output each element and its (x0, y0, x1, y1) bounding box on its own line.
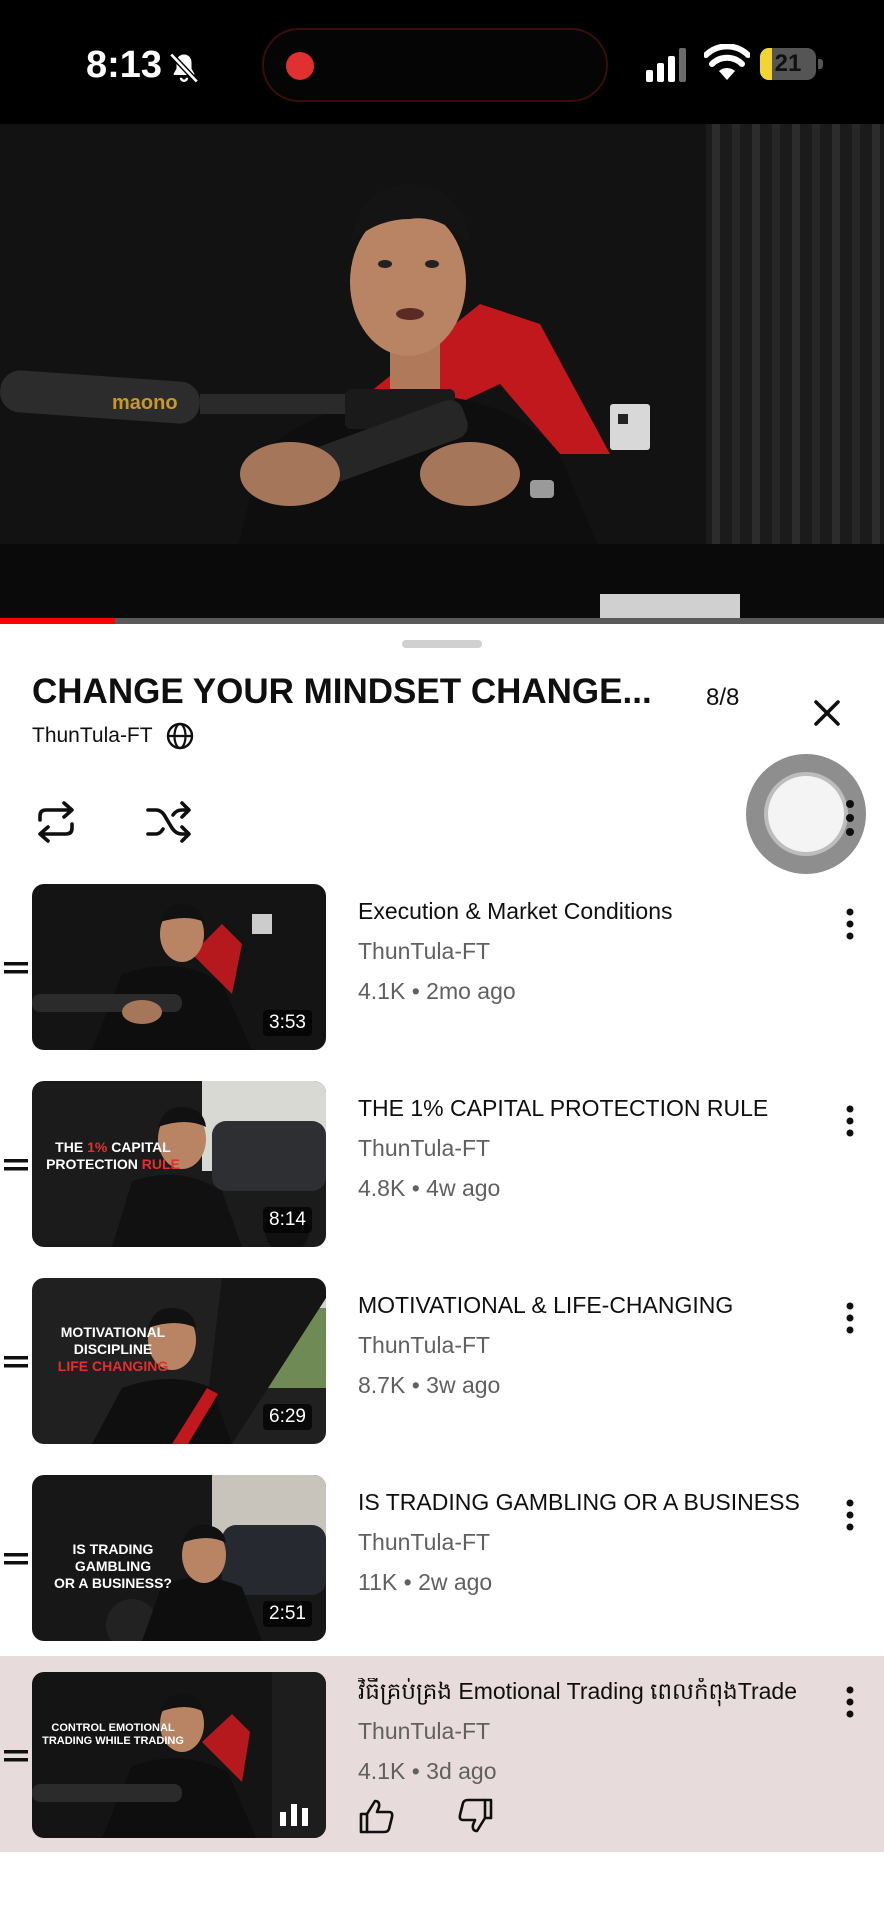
video-meta: 11K • 2w ago (358, 1569, 492, 1596)
video-channel: ThunTula-FT (358, 1135, 491, 1161)
video-channel: ThunTula-FT (358, 938, 491, 964)
thumbnail-caption: IS TRADING GAMBLING OR A BUSINESS? (54, 1541, 172, 1591)
meta-separator: • (411, 1758, 420, 1784)
drag-handle-icon[interactable] (4, 1547, 28, 1571)
video-channel: ThunTula-FT (358, 1718, 491, 1744)
drag-handle-icon[interactable] (4, 956, 28, 980)
video-duration: 6:29 (263, 1404, 312, 1430)
video-age: 3d ago (426, 1758, 497, 1784)
more-vertical-icon[interactable] (838, 1497, 862, 1533)
video-title[interactable]: IS TRADING GAMBLING OR A BUSINESS (358, 1489, 838, 1516)
battery-icon: 21 (760, 48, 824, 80)
playlist-item[interactable]: THE 1% CAPITAL PROTECTION RULE 8:14 THE … (0, 1069, 884, 1265)
video-thumbnail[interactable]: IS TRADING GAMBLING OR A BUSINESS? 2:51 (32, 1475, 326, 1641)
video-thumbnail[interactable]: MOTIVATIONAL DISCIPLINE LIFE CHANGING 6:… (32, 1278, 326, 1444)
playlist-item[interactable]: IS TRADING GAMBLING OR A BUSINESS? 2:51 … (0, 1463, 884, 1659)
thumbnail-caption: CONTROL EMOTIONAL TRADING WHILE TRADING (42, 1722, 184, 1747)
status-bar: 8:13 21 (0, 0, 884, 124)
video-duration: 2:51 (263, 1601, 312, 1627)
more-vertical-icon[interactable] (838, 796, 862, 840)
video-meta: 4.1K • 3d ago (358, 1758, 497, 1785)
recording-dot-icon (286, 52, 314, 80)
dynamic-island[interactable] (262, 28, 608, 102)
shuffle-icon[interactable] (144, 798, 192, 846)
battery-level: 21 (774, 50, 802, 77)
video-title[interactable]: Execution & Market Conditions (358, 898, 838, 925)
video-age: 2mo ago (426, 978, 516, 1004)
video-views: 11K (358, 1569, 398, 1595)
signal-icon (646, 48, 686, 82)
dislike-icon[interactable] (456, 1796, 496, 1836)
playlist-item-now-playing[interactable]: CONTROL EMOTIONAL TRADING WHILE TRADING … (0, 1656, 884, 1852)
mic-brand: maono (112, 392, 178, 414)
drag-handle-icon[interactable] (4, 1153, 28, 1177)
playlist-title[interactable]: CHANGE YOUR MINDSET CHANGE... (32, 672, 672, 712)
meta-separator: • (411, 1175, 420, 1201)
drag-handle-icon[interactable] (4, 1350, 28, 1374)
meta-separator: • (411, 1372, 420, 1398)
video-views: 4.1K (358, 978, 406, 1004)
drag-handle[interactable] (402, 640, 482, 648)
loop-icon[interactable] (32, 798, 80, 846)
video-thumbnail[interactable]: THE 1% CAPITAL PROTECTION RULE 8:14 (32, 1081, 326, 1247)
playlist-owner[interactable]: ThunTula-FT (32, 718, 195, 754)
like-icon[interactable] (356, 1796, 396, 1836)
video-age: 2w ago (418, 1569, 493, 1595)
video-age: 3w ago (426, 1372, 501, 1398)
close-icon[interactable] (806, 692, 848, 734)
playlist-item[interactable]: MOTIVATIONAL DISCIPLINE LIFE CHANGING 6:… (0, 1266, 884, 1462)
video-title[interactable]: MOTIVATIONAL & LIFE-CHANGING (358, 1292, 838, 1319)
bell-slash-icon (169, 52, 199, 84)
more-vertical-icon[interactable] (838, 1103, 862, 1139)
more-vertical-icon[interactable] (838, 906, 862, 942)
playlist-item[interactable]: 3:53 Execution & Market Conditions ThunT… (0, 872, 884, 1068)
globe-icon (166, 722, 193, 750)
video-thumbnail[interactable]: 3:53 (32, 884, 326, 1050)
video-player[interactable]: maono (0, 124, 884, 624)
status-time: 8:13 (86, 44, 163, 86)
now-playing-equalizer-icon (280, 1804, 308, 1826)
video-views: 4.1K (358, 1758, 406, 1784)
drag-handle-icon[interactable] (4, 1744, 28, 1768)
video-views: 4.8K (358, 1175, 406, 1201)
video-duration: 8:14 (263, 1207, 312, 1233)
meta-separator: • (411, 978, 420, 1004)
thumbnail-caption: MOTIVATIONAL DISCIPLINE LIFE CHANGING (57, 1324, 169, 1374)
video-thumbnail[interactable]: CONTROL EMOTIONAL TRADING WHILE TRADING (32, 1672, 326, 1838)
video-meta: 4.8K • 4w ago (358, 1175, 500, 1202)
video-title[interactable]: THE 1% CAPITAL PROTECTION RULE (358, 1095, 838, 1122)
video-views: 8.7K (358, 1372, 406, 1398)
thumbnail-caption: THE 1% CAPITAL PROTECTION RULE (46, 1139, 180, 1172)
meta-separator: • (403, 1569, 412, 1595)
video-frame: maono (0, 124, 884, 624)
more-vertical-icon[interactable] (838, 1300, 862, 1336)
video-age: 4w ago (426, 1175, 501, 1201)
video-channel: ThunTula-FT (358, 1529, 491, 1555)
video-meta: 8.7K • 3w ago (358, 1372, 500, 1399)
video-channel: ThunTula-FT (358, 1332, 491, 1358)
playlist-position: 8/8 (706, 684, 740, 711)
video-title[interactable]: វិធីគ្រប់គ្រង Emotional Trading ពេលកំពុង… (358, 1678, 838, 1711)
video-duration: 3:53 (263, 1010, 312, 1036)
video-meta: 4.1K • 2mo ago (358, 978, 516, 1005)
more-vertical-icon[interactable] (838, 1684, 862, 1720)
playlist-channel: ThunTula-FT (32, 724, 153, 747)
wifi-icon (704, 44, 750, 80)
